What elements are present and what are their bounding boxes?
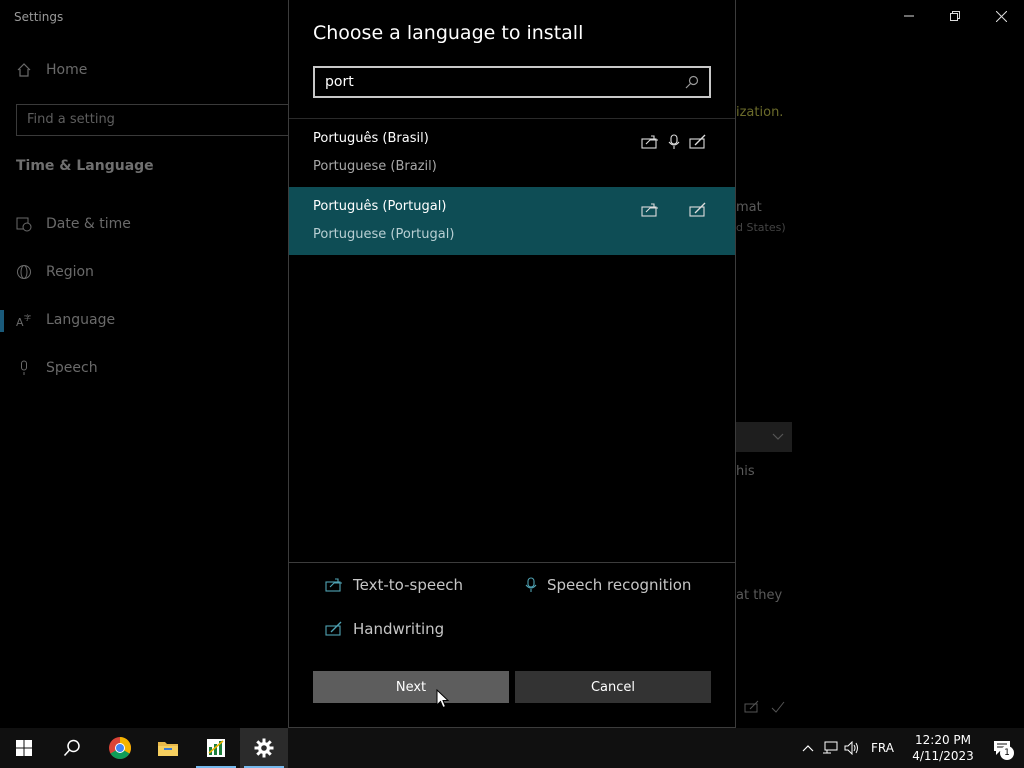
show-hidden-icons-button[interactable]: [797, 728, 819, 768]
sidebar-item-speech[interactable]: Speech: [16, 360, 98, 376]
text-to-speech-icon: [325, 578, 342, 592]
section-title: Time & Language: [16, 158, 154, 174]
action-center-button[interactable]: 1: [980, 728, 1024, 768]
search-icon: [63, 739, 80, 757]
legend-label: Handwriting: [353, 620, 445, 638]
legend-speech-recognition: Speech recognition: [525, 576, 691, 594]
language-search-input[interactable]: [325, 74, 685, 90]
bg-text: d States): [736, 221, 786, 234]
close-icon: [995, 10, 1007, 22]
chevron-up-icon: [802, 745, 814, 752]
language-item-pt-br[interactable]: Português (Brasil) Portuguese (Brazil): [289, 119, 735, 187]
sidebar-item-label: Language: [46, 312, 116, 328]
chevron-down-icon: [772, 433, 784, 440]
language-native-name: Português (Portugal): [313, 199, 447, 214]
legend-label: Speech recognition: [547, 576, 692, 594]
language-search-box[interactable]: [313, 66, 711, 98]
system-tray: FRA 12:20 PM 4/11/2023 1: [797, 728, 1024, 768]
handwriting-icon: [744, 700, 759, 713]
speaker-icon: [844, 741, 859, 755]
handwriting-icon: [689, 133, 707, 151]
bg-dropdown[interactable]: [736, 422, 792, 452]
taskbar-search-button[interactable]: [48, 728, 96, 768]
network-button[interactable]: [819, 728, 841, 768]
microphone-icon: [16, 360, 32, 376]
minimize-button[interactable]: [886, 0, 932, 32]
taskbar: FRA 12:20 PM 4/11/2023 1: [0, 728, 1024, 768]
language-item-pt-pt[interactable]: Português (Portugal) Portuguese (Portuga…: [289, 187, 735, 255]
network-icon: [823, 741, 838, 754]
dialog-title: Choose a language to install: [313, 22, 584, 44]
language-native-name: Português (Brasil): [313, 131, 429, 146]
volume-button[interactable]: [841, 728, 863, 768]
cancel-button[interactable]: Cancel: [515, 671, 711, 703]
spellcheck-icon: [771, 701, 785, 713]
microphone-icon: [665, 133, 683, 151]
taskbar-file-explorer[interactable]: [144, 728, 192, 768]
bg-text: his: [736, 464, 755, 479]
gear-icon: [254, 738, 274, 758]
clock[interactable]: 12:20 PM 4/11/2023: [906, 732, 980, 764]
legend-handwriting: Handwriting: [325, 620, 444, 638]
svg-text:A: A: [16, 316, 24, 328]
find-setting-input[interactable]: Find a setting: [16, 104, 292, 136]
taskbar-settings[interactable]: [240, 728, 288, 768]
active-indicator: [0, 310, 4, 332]
search-icon[interactable]: [685, 75, 699, 89]
taskbar-chrome[interactable]: [96, 728, 144, 768]
globe-icon: [16, 264, 32, 280]
language-english-name: Portuguese (Portugal): [313, 227, 455, 242]
handwriting-icon: [325, 621, 342, 636]
language-icon: A字: [16, 312, 32, 328]
choose-language-dialog: Choose a language to install Português (…: [288, 0, 736, 728]
text-to-speech-icon: [641, 133, 659, 151]
legend-label: Text-to-speech: [353, 576, 464, 594]
sidebar-item-date-time[interactable]: Date & time: [16, 216, 131, 232]
clock-date: 4/11/2023: [912, 749, 974, 763]
nav-home[interactable]: Home: [16, 62, 87, 78]
spreadsheet-icon: [207, 739, 225, 757]
window-controls: [886, 0, 1024, 32]
language-english-name: Portuguese (Brazil): [313, 159, 437, 174]
text-to-speech-icon: [641, 201, 659, 219]
notification-count-badge: 1: [1000, 746, 1014, 760]
app-title: Settings: [14, 10, 64, 24]
next-button[interactable]: Next: [313, 671, 509, 703]
mouse-cursor-icon: [436, 689, 450, 709]
chrome-icon: [109, 737, 131, 759]
bg-feature-icons: [744, 700, 786, 714]
bg-text: at they: [736, 588, 783, 603]
start-button[interactable]: [0, 728, 48, 768]
sidebar-item-language[interactable]: A字 Language: [16, 312, 115, 328]
restore-button[interactable]: [932, 0, 978, 32]
svg-text:字: 字: [24, 313, 31, 322]
close-button[interactable]: [978, 0, 1024, 32]
minimize-icon: [904, 15, 914, 17]
input-language-indicator[interactable]: FRA: [863, 741, 906, 755]
folder-icon: [158, 742, 178, 756]
legend-text-to-speech: Text-to-speech: [325, 576, 463, 594]
windows-logo-icon: [16, 740, 32, 756]
sidebar-item-region[interactable]: Region: [16, 264, 94, 280]
clock-time: 12:20 PM: [915, 733, 971, 747]
sidebar-item-label: Date & time: [46, 216, 131, 232]
microphone-icon: [525, 577, 537, 592]
legend-divider: [289, 562, 735, 563]
bg-text: mat: [736, 200, 762, 215]
calendar-clock-icon: [16, 216, 32, 232]
taskbar-spreadsheet-app[interactable]: [192, 728, 240, 768]
sidebar-item-label: Region: [46, 264, 94, 280]
home-icon: [17, 63, 31, 77]
restore-icon: [950, 11, 960, 21]
nav-home-label: Home: [46, 62, 88, 78]
bg-text: ization.: [736, 105, 784, 120]
handwriting-icon: [689, 201, 707, 219]
sidebar-item-label: Speech: [46, 360, 98, 376]
